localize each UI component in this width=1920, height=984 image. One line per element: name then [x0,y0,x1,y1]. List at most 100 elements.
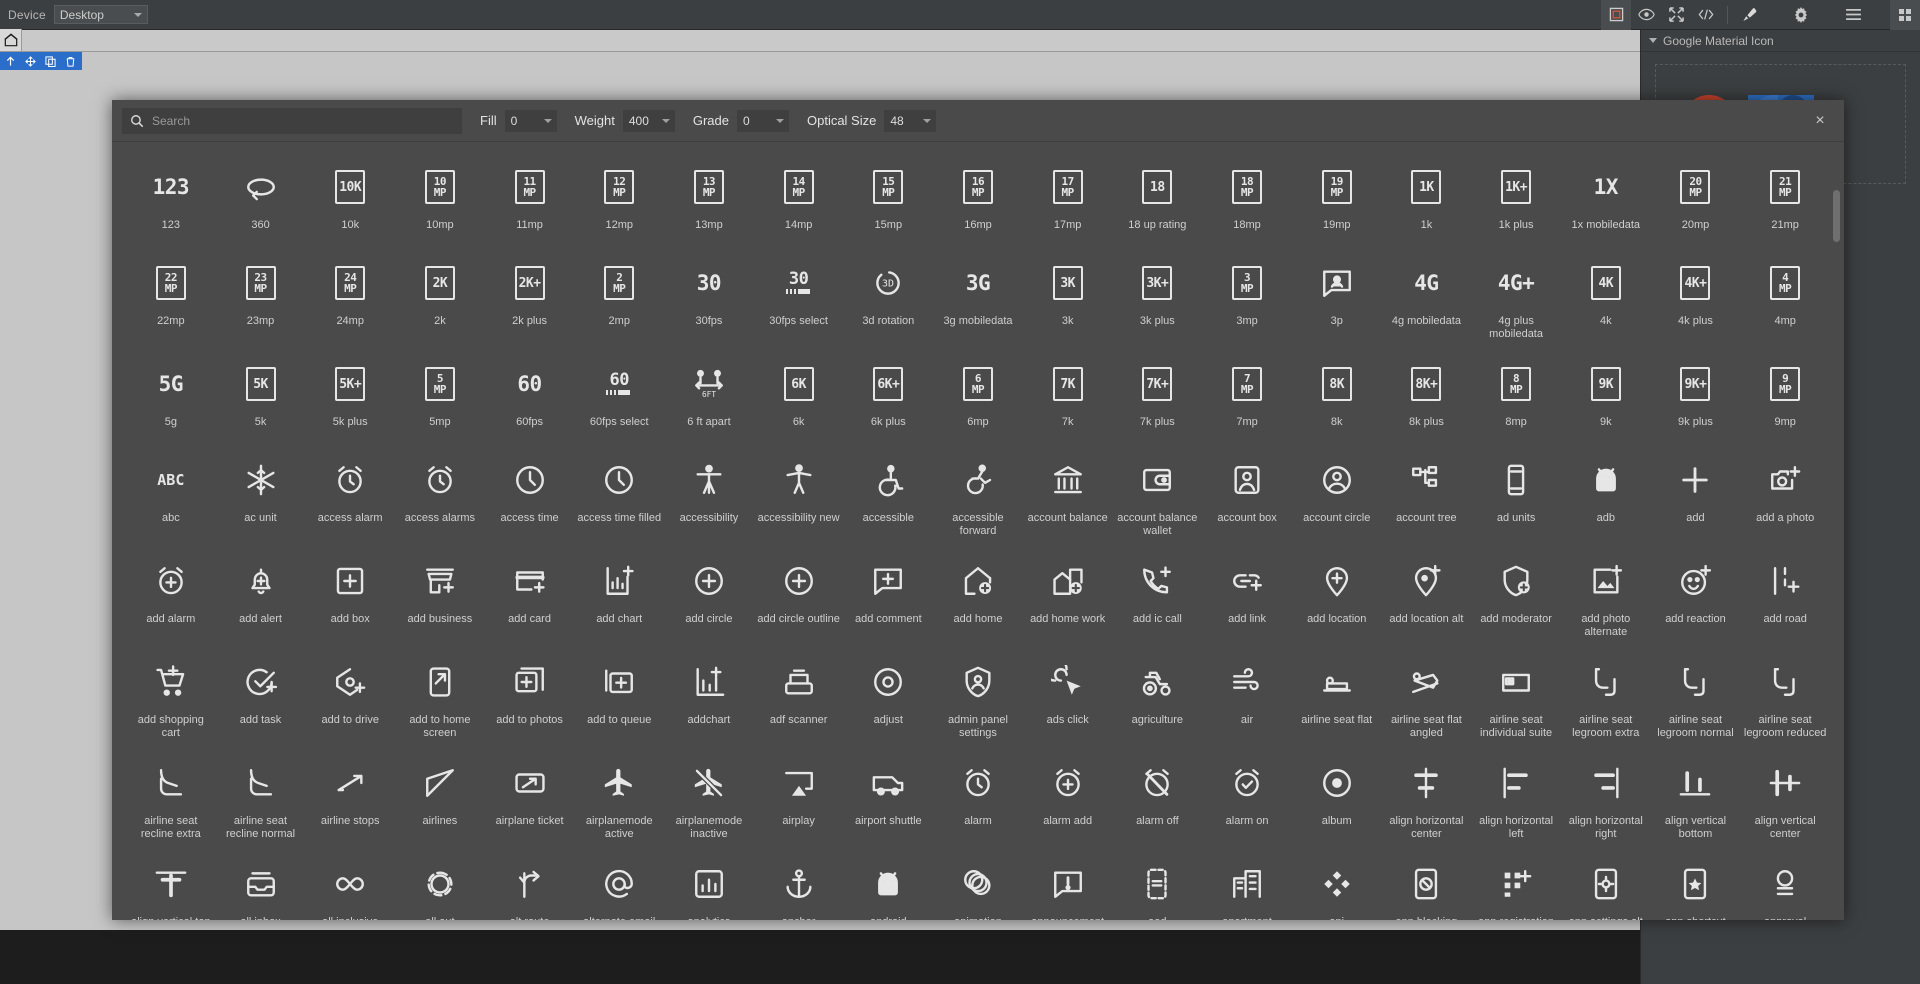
icon-cell[interactable]: add circle outline [754,546,844,647]
icon-cell[interactable]: add chart [574,546,664,647]
icon-cell[interactable]: align horizontal left [1471,748,1561,849]
icon-cell[interactable]: 18 18 up rating [1113,152,1203,248]
icon-cell[interactable]: accessible forward [933,445,1023,546]
control-select[interactable]: 400 [622,109,675,132]
icon-cell[interactable]: 4K+ 4k plus [1651,248,1741,349]
icon-cell[interactable]: 4G+ 4g plus mobiledata [1471,248,1561,349]
icon-cell[interactable]: ad units [1471,445,1561,546]
preview-eye-icon[interactable] [1631,0,1661,30]
icon-cell[interactable]: 24 MP 24mp [305,248,395,349]
icon-cell[interactable]: 4 MP 4mp [1740,248,1830,349]
icon-cell[interactable]: ABC abc [126,445,216,546]
icon-cell[interactable]: ac unit [216,445,306,546]
icon-cell[interactable]: agriculture [1113,647,1203,748]
icon-cell[interactable]: 21 MP 21mp [1740,152,1830,248]
icon-cell[interactable]: android [843,849,933,920]
code-icon[interactable] [1691,0,1721,30]
icon-cell[interactable]: access alarm [305,445,395,546]
icon-cell[interactable]: add road [1740,546,1830,647]
icon-cell[interactable]: adjust [843,647,933,748]
icon-cell[interactable]: add ic call [1113,546,1203,647]
icon-cell[interactable]: 30 30fps select [754,248,844,349]
icon-cell[interactable]: 3p [1292,248,1382,349]
icon-cell[interactable]: 8 MP 8mp [1471,349,1561,445]
icon-cell[interactable]: airline seat legroom normal [1651,647,1741,748]
icon-cell[interactable]: add location alt [1382,546,1472,647]
icon-cell[interactable]: add shopping cart [126,647,216,748]
icon-cell[interactable]: add reaction [1651,546,1741,647]
icon-cell[interactable]: access time filled [574,445,664,546]
icon-cell[interactable]: accessibility new [754,445,844,546]
icon-cell[interactable]: app blocking [1382,849,1472,920]
icon-cell[interactable]: alarm off [1113,748,1203,849]
icon-cell[interactable]: account balance [1023,445,1113,546]
icon-cell[interactable]: align vertical bottom [1651,748,1741,849]
fullscreen-icon[interactable] [1661,0,1691,30]
control-select[interactable]: 48 [884,109,937,132]
icon-cell[interactable]: 1K 1k [1382,152,1472,248]
icon-cell[interactable]: analytics [664,849,754,920]
arrow-up-icon[interactable] [0,52,20,70]
home-tab[interactable] [0,29,22,51]
icon-cell[interactable]: 22 MP 22mp [126,248,216,349]
icon-cell[interactable]: add photo alternate [1561,546,1651,647]
icon-cell[interactable]: app registration [1471,849,1561,920]
icon-cell[interactable]: approval [1740,849,1830,920]
icon-cell[interactable]: airline seat legroom reduced [1740,647,1830,748]
icon-cell[interactable]: all out [395,849,485,920]
icon-cell[interactable]: align horizontal center [1382,748,1472,849]
grid-apps-icon[interactable] [1890,0,1920,30]
icon-cell[interactable]: app shortcut [1651,849,1741,920]
icon-cell[interactable]: all inbox [216,849,306,920]
icon-cell[interactable]: api [1292,849,1382,920]
icon-cell[interactable]: alt route [485,849,575,920]
icon-cell[interactable]: align vertical top [126,849,216,920]
icon-cell[interactable]: announcement [1023,849,1113,920]
icon-cell[interactable]: airplay [754,748,844,849]
icon-cell[interactable]: add comment [843,546,933,647]
icon-cell[interactable]: 12 MP 12mp [574,152,664,248]
icon-cell[interactable]: addchart [664,647,754,748]
control-select[interactable]: 0 [504,109,557,132]
icon-cell[interactable]: 123 123 [126,152,216,248]
icon-cell[interactable]: animation [933,849,1023,920]
gear-icon[interactable] [1786,0,1816,30]
icon-cell[interactable]: add circle [664,546,754,647]
icon-cell[interactable]: add alert [216,546,306,647]
icon-cell[interactable]: access time [485,445,575,546]
icon-cell[interactable]: align horizontal right [1561,748,1651,849]
icon-cell[interactable]: 23 MP 23mp [216,248,306,349]
icon-cell[interactable]: 6FT 6 ft apart [664,349,754,445]
icon-cell[interactable]: 10K 10k [305,152,395,248]
icon-cell[interactable]: 7K+ 7k plus [1113,349,1203,445]
icon-cell[interactable]: add to drive [305,647,395,748]
icon-cell[interactable]: add moderator [1471,546,1561,647]
icon-cell[interactable]: 2 MP 2mp [574,248,664,349]
icon-cell[interactable]: 5 MP 5mp [395,349,485,445]
icon-cell[interactable]: airplane ticket [485,748,575,849]
icon-cell[interactable]: account tree [1382,445,1472,546]
icon-cell[interactable]: aod [1113,849,1203,920]
icon-cell[interactable]: add card [485,546,575,647]
icon-cell[interactable]: 6K 6k [754,349,844,445]
icon-cell[interactable]: 5K 5k [216,349,306,445]
icon-cell[interactable]: account balance wallet [1113,445,1203,546]
icon-cell[interactable]: add alarm [126,546,216,647]
icon-cell[interactable]: add business [395,546,485,647]
icon-cell[interactable]: add link [1202,546,1292,647]
icon-cell[interactable]: anchor [754,849,844,920]
icon-cell[interactable]: 8K+ 8k plus [1382,349,1472,445]
icon-cell[interactable]: alarm on [1202,748,1292,849]
icon-cell[interactable]: album [1292,748,1382,849]
icon-cell[interactable]: airplanemode inactive [664,748,754,849]
brush-icon[interactable] [1734,0,1764,30]
delete-icon[interactable] [60,52,80,70]
icon-cell[interactable]: airline stops [305,748,395,849]
icon-cell[interactable]: add to home screen [395,647,485,748]
icon-cell[interactable]: access alarms [395,445,485,546]
icon-cell[interactable]: add home [933,546,1023,647]
artboard-icon[interactable] [1601,0,1631,30]
icon-cell[interactable]: 3K+ 3k plus [1113,248,1203,349]
icon-cell[interactable]: 6K+ 6k plus [843,349,933,445]
collapse-triangle-icon[interactable] [1649,38,1657,43]
